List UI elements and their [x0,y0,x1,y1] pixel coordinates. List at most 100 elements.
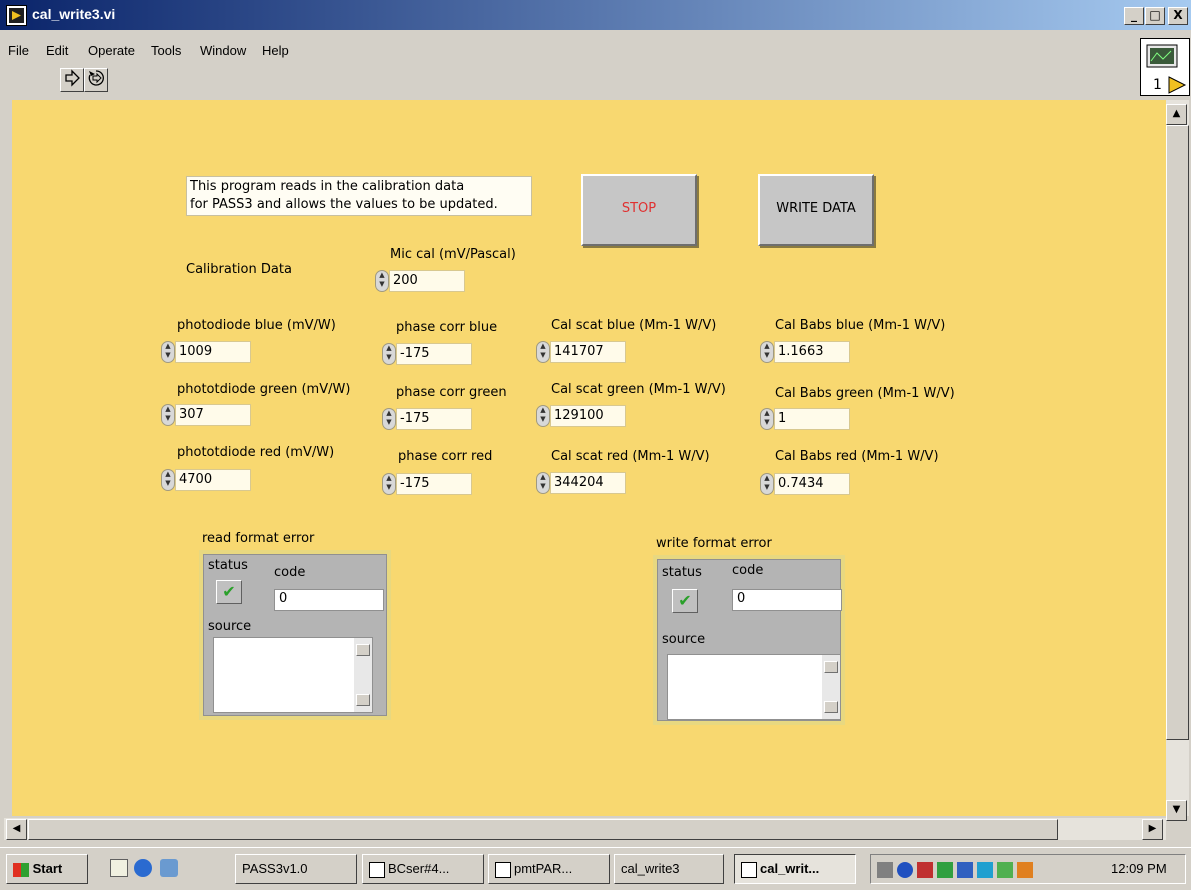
cal-babs-red-field[interactable]: 0.7434 [774,473,850,495]
write-status-checkbox[interactable]: ✔ [672,589,698,613]
scrollbar[interactable] [822,655,840,719]
cal-babs-green-field[interactable]: 1 [774,408,850,430]
photodiode-green-control[interactable]: ▲ ▼ 307 [161,404,261,426]
taskbar-item-cal-write-active[interactable]: cal_writ... [734,854,856,884]
increment-decrement-icon[interactable]: ▲ ▼ [382,343,396,365]
phase-corr-green-control[interactable]: ▲ ▼ -175 [382,408,482,430]
cal-babs-green-control[interactable]: ▲ ▼ 1 [760,408,860,430]
tray-app-icon[interactable] [1017,862,1033,878]
cal-babs-red-control[interactable]: ▲ ▼ 0.7434 [760,473,860,495]
taskbar-item-pass3[interactable]: PASS3v1.0 [235,854,357,884]
cal-scat-blue-control[interactable]: ▲ ▼ 141707 [536,341,636,363]
increment-decrement-icon[interactable]: ▲ ▼ [382,408,396,430]
write-data-button[interactable]: WRITE DATA [758,174,874,246]
photodiode-green-field[interactable]: 307 [175,404,251,426]
minimize-button[interactable]: _ [1124,7,1144,25]
vi-connector-icon[interactable]: 1 [1140,38,1190,96]
run-continuously-button[interactable] [84,68,108,92]
scroll-up-button[interactable]: ▲ [1166,104,1187,125]
photodiode-red-label: phototdiode red (mV/W) [177,445,335,460]
menu-operate[interactable]: Operate [88,43,135,58]
increment-decrement-icon[interactable]: ▲ ▼ [536,472,550,494]
horizontal-scroll-thumb[interactable] [28,819,1058,840]
show-desktop-icon[interactable] [110,859,128,877]
write-format-error-label: write format error [656,536,772,551]
photodiode-red-control[interactable]: ▲ ▼ 4700 [161,469,261,491]
increment-decrement-icon[interactable]: ▲ ▼ [536,405,550,427]
scrollbar[interactable] [354,638,372,712]
scroll-right-button[interactable]: ▶ [1142,819,1163,840]
menu-help[interactable]: Help [262,43,289,58]
menu-window[interactable]: Window [200,43,246,58]
photodiode-blue-control[interactable]: ▲ ▼ 1009 [161,341,261,363]
increment-decrement-icon[interactable]: ▲ ▼ [375,270,389,292]
taskbar-item-pmtpar[interactable]: pmtPAR... [488,854,610,884]
increment-decrement-icon[interactable]: ▲ ▼ [161,469,175,491]
network-icon[interactable] [897,862,913,878]
tray-app-icon[interactable] [957,862,973,878]
read-code-field[interactable]: 0 [274,589,384,611]
tray-app-icon[interactable] [937,862,953,878]
read-format-error-label: read format error [202,531,315,546]
volume-icon[interactable] [877,862,893,878]
photodiode-blue-field[interactable]: 1009 [175,341,251,363]
cal-babs-blue-label: Cal Babs blue (Mm-1 W/V) [775,318,946,333]
photodiode-blue-label: photodiode blue (mV/W) [177,318,336,333]
increment-decrement-icon[interactable]: ▲ ▼ [760,341,774,363]
taskbar-item-cal-write3[interactable]: cal_write3 [614,854,724,884]
phase-corr-blue-field[interactable]: -175 [396,343,472,365]
menu-file[interactable]: File [8,43,29,58]
increment-decrement-icon[interactable]: ▲ ▼ [760,408,774,430]
increment-decrement-icon[interactable]: ▲ ▼ [161,341,175,363]
cal-scat-green-control[interactable]: ▲ ▼ 129100 [536,405,636,427]
cal-babs-blue-field[interactable]: 1.1663 [774,341,850,363]
run-button[interactable] [60,68,84,92]
close-button[interactable]: X [1168,7,1188,25]
mic-cal-control[interactable]: ▲ ▼ 200 [375,270,475,292]
start-button[interactable]: Start [6,854,88,884]
increment-decrement-icon[interactable]: ▲ ▼ [760,473,774,495]
read-status-label: status [208,558,248,573]
read-status-checkbox[interactable]: ✔ [216,580,242,604]
scroll-down-button[interactable]: ▼ [1166,800,1187,821]
run-arrow-icon [65,69,80,87]
phase-corr-green-field[interactable]: -175 [396,408,472,430]
photodiode-green-label: phototdiode green (mV/W) [177,382,351,397]
cal-scat-red-control[interactable]: ▲ ▼ 344204 [536,472,636,494]
read-source-field[interactable] [213,637,373,713]
increment-decrement-icon[interactable]: ▲ ▼ [161,404,175,426]
menu-edit[interactable]: Edit [46,43,68,58]
write-source-label: source [662,632,706,647]
internet-explorer-icon[interactable] [134,859,152,877]
cal-scat-red-field[interactable]: 344204 [550,472,626,494]
cal-scat-blue-field[interactable]: 141707 [550,341,626,363]
checkmark-icon: ✔ [222,582,236,601]
mic-cal-field[interactable]: 200 [389,270,465,292]
cal-scat-green-field[interactable]: 129100 [550,405,626,427]
cal-babs-blue-control[interactable]: ▲ ▼ 1.1663 [760,341,860,363]
svg-text:1: 1 [1153,77,1162,93]
clock[interactable]: 12:09 PM [1111,861,1167,876]
phase-corr-red-field[interactable]: -175 [396,473,472,495]
tray-app-icon[interactable] [977,862,993,878]
tray-app-icon[interactable] [917,862,933,878]
photodiode-red-field[interactable]: 4700 [175,469,251,491]
scroll-left-button[interactable]: ◀ [6,819,27,840]
maximize-button[interactable]: □ [1145,7,1165,25]
stop-button[interactable]: STOP [581,174,697,246]
system-tray: 12:09 PM [870,854,1186,884]
menu-tools[interactable]: Tools [151,43,181,58]
taskbar-item-label: cal_writ... [760,861,820,876]
write-source-field[interactable] [667,654,841,720]
outlook-icon[interactable] [160,859,178,877]
phase-corr-blue-control[interactable]: ▲ ▼ -175 [382,343,482,365]
cal-scat-red-label: Cal scat red (Mm-1 W/V) [551,449,710,464]
labview-vi-icon [495,861,511,878]
write-code-field[interactable]: 0 [732,589,842,611]
tray-app-icon[interactable] [997,862,1013,878]
increment-decrement-icon[interactable]: ▲ ▼ [536,341,550,363]
vertical-scroll-thumb[interactable] [1166,125,1189,740]
increment-decrement-icon[interactable]: ▲ ▼ [382,473,396,495]
phase-corr-red-control[interactable]: ▲ ▼ -175 [382,473,482,495]
taskbar-item-bcser[interactable]: BCser#4... [362,854,484,884]
